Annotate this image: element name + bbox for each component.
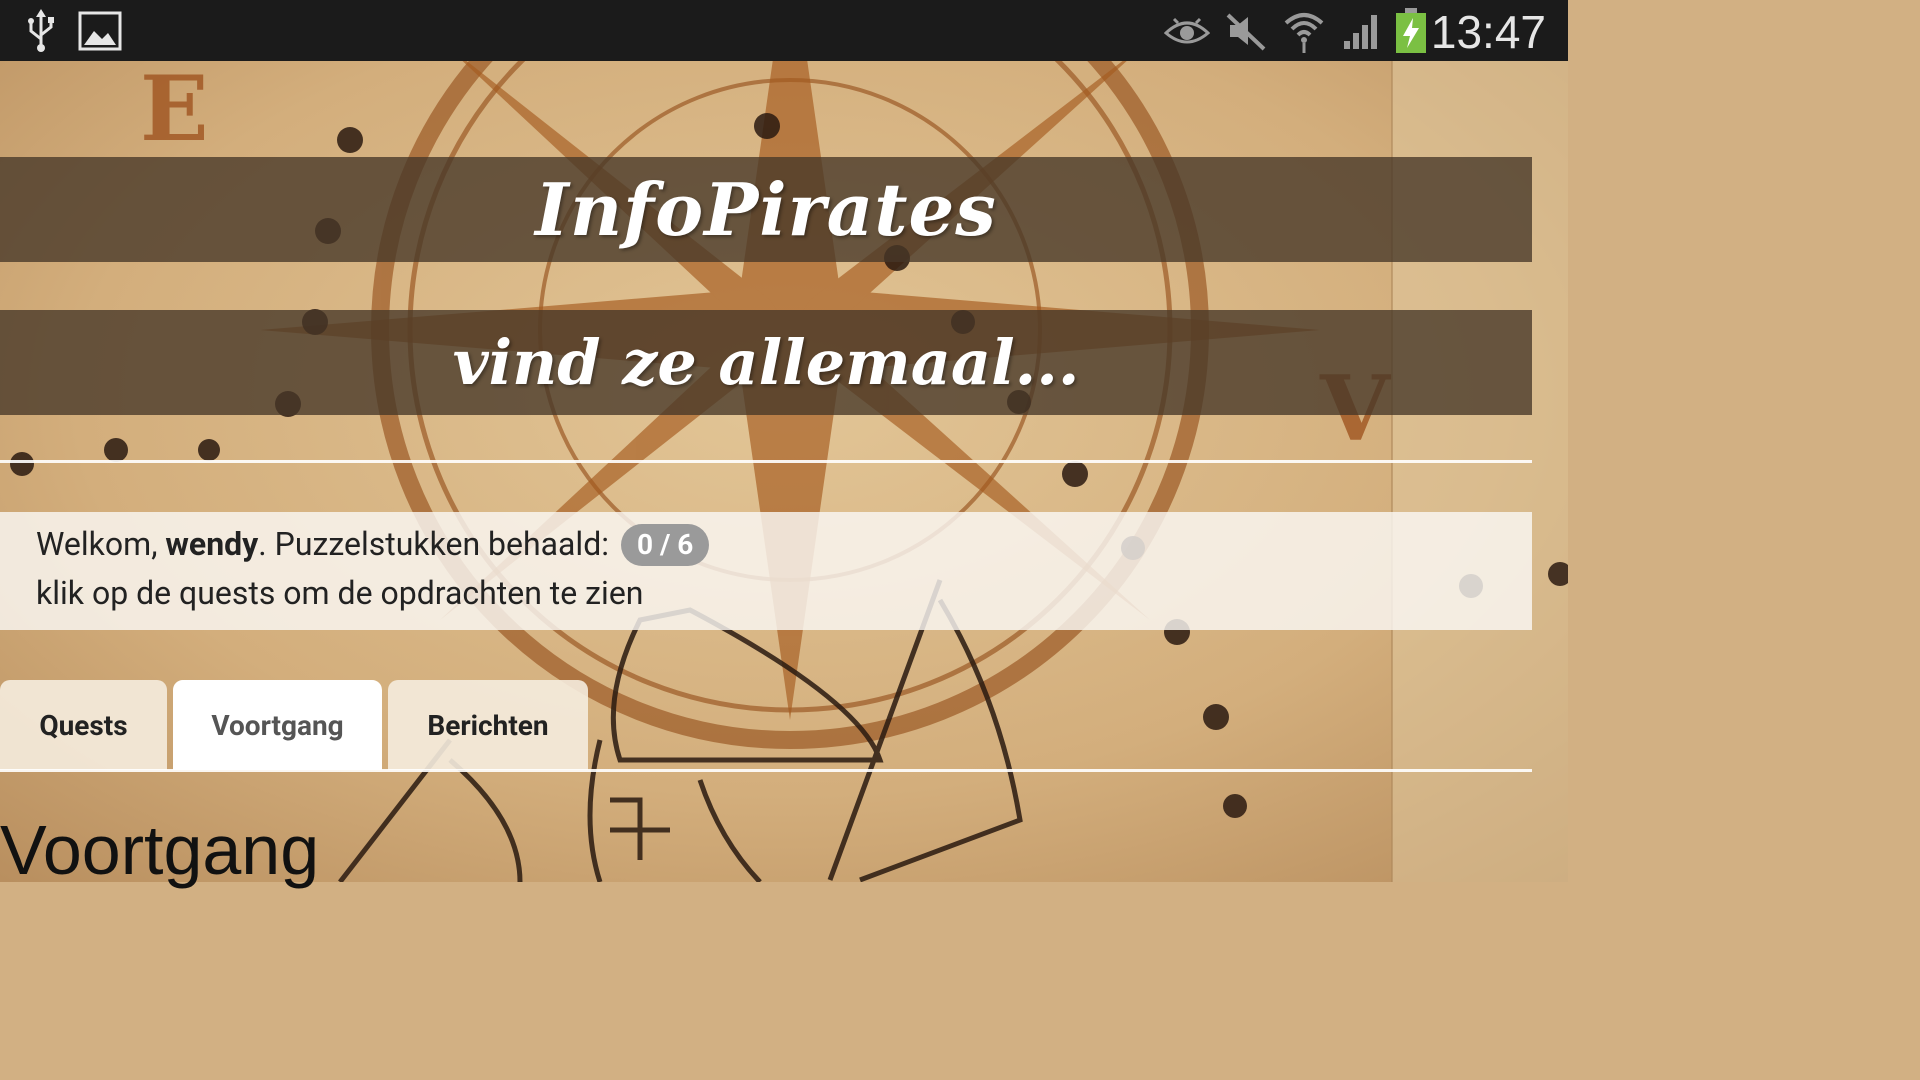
mute-icon xyxy=(1226,0,1266,61)
battery-charging-icon xyxy=(1395,0,1427,61)
tab-label: Quests xyxy=(39,708,128,742)
welcome-line: Welkom, wendy. Puzzelstukken behaald: 0 … xyxy=(36,520,710,568)
signal-icon xyxy=(1342,0,1384,61)
welcome-panel: Welkom, wendy. Puzzelstukken behaald: 0 … xyxy=(0,512,1532,630)
progress-badge: 0 / 6 xyxy=(620,523,710,566)
tab-quests[interactable]: Quests xyxy=(0,680,167,770)
app-subtitle: vind ze allemaal... xyxy=(452,326,1080,399)
section-heading: Voortgang xyxy=(0,811,320,889)
divider xyxy=(0,460,1532,463)
svg-text:E: E xyxy=(140,56,209,162)
wifi-icon xyxy=(1282,0,1326,61)
username: wendy xyxy=(165,525,259,563)
status-bar: 13:47 xyxy=(0,0,1568,61)
eye-icon xyxy=(1164,0,1210,61)
tab-label: Voortgang xyxy=(211,708,344,742)
app-title: InfoPirates xyxy=(535,167,997,252)
tab-berichten[interactable]: Berichten xyxy=(388,680,588,770)
app-title-banner: InfoPirates xyxy=(0,157,1532,262)
clock-time: 13:47 xyxy=(1430,6,1546,58)
usb-icon xyxy=(26,0,56,61)
tab-label: Berichten xyxy=(427,708,549,742)
subtitle-banner: vind ze allemaal... xyxy=(0,310,1532,415)
tab-divider xyxy=(0,769,1532,772)
greeting-text: Welkom, xyxy=(36,525,166,563)
image-icon xyxy=(78,0,122,61)
tab-voortgang[interactable]: Voortgang xyxy=(173,680,382,770)
progress-label: . Puzzelstukken behaald: xyxy=(258,525,617,563)
instruction-text: klik op de quests om de opdrachten te zi… xyxy=(36,574,644,612)
